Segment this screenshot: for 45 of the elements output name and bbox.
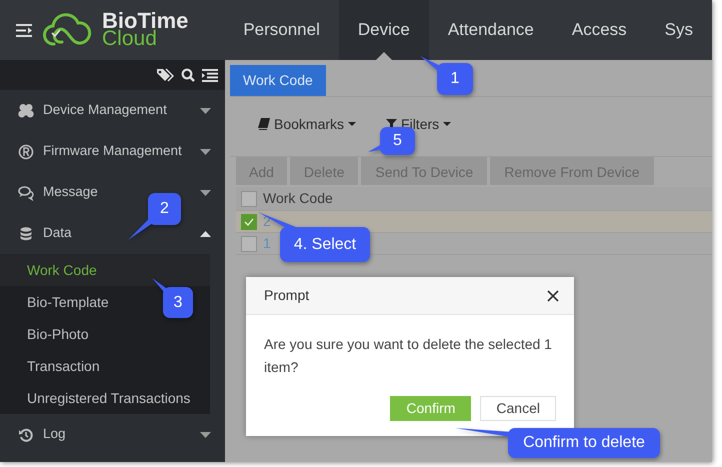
checkbox[interactable]: [241, 236, 257, 252]
devices-icon: [18, 102, 34, 118]
book-icon: [258, 118, 270, 130]
table-cell-text: 1: [263, 234, 271, 253]
sidebar-item[interactable]: Data: [43, 225, 72, 240]
caret-icon: [443, 122, 452, 126]
registered-icon: [18, 144, 34, 160]
sidebar-item[interactable]: Log: [43, 426, 66, 442]
step-tooltip: 3: [152, 278, 193, 318]
history-icon: [18, 426, 34, 442]
sidebar-item[interactable]: Message: [43, 184, 98, 200]
check-icon: [244, 218, 254, 226]
nav-tab[interactable]: Sys: [646, 0, 712, 60]
sidebar-subitem[interactable]: Bio-Photo: [27, 324, 88, 344]
caret-icon: [348, 122, 356, 126]
column-header: Work Code: [263, 189, 333, 208]
database-icon: [18, 226, 34, 242]
tab[interactable]: Work Code: [230, 65, 326, 96]
sidebar-item[interactable]: Device Management: [43, 102, 167, 118]
step-tooltip: Confirm to delete: [455, 428, 660, 458]
dialog-message: Are you sure you want to delete the selected 1 item?: [263, 335, 553, 377]
tag-icon[interactable]: [156, 68, 174, 82]
close-button[interactable]: [546, 288, 560, 302]
filter-icon: [386, 119, 398, 129]
sidebar-subitem[interactable]: Transaction: [27, 356, 100, 376]
sidebar-subitem[interactable]: Unregistered Transactions: [27, 388, 190, 408]
step-tooltip: 1: [420, 56, 473, 95]
step-tooltip: 2: [128, 193, 181, 240]
sidebar-subitem[interactable]: Bio-Template: [27, 292, 109, 312]
nav-tab[interactable]: Personnel: [224, 0, 339, 60]
cancel-button[interactable]: Cancel: [480, 396, 556, 421]
chat-icon: [18, 184, 34, 200]
list-icon[interactable]: [202, 68, 218, 82]
search-icon[interactable]: [181, 68, 195, 82]
sidebar-item[interactable]: Firmware Management: [43, 143, 182, 158]
menu-icon[interactable]: [16, 24, 32, 36]
logo-title: BioTime: [102, 10, 188, 30]
dropdown-button[interactable]: Bookmarks: [258, 113, 356, 135]
logo-subtitle: Cloud: [102, 30, 157, 50]
checkbox[interactable]: [241, 190, 257, 206]
checkbox[interactable]: [241, 214, 257, 230]
nav-tab[interactable]: Device: [338, 0, 429, 60]
logo-icon: [42, 13, 92, 47]
dialog-title: Prompt: [264, 286, 310, 305]
nav-tab[interactable]: Access: [552, 0, 646, 60]
